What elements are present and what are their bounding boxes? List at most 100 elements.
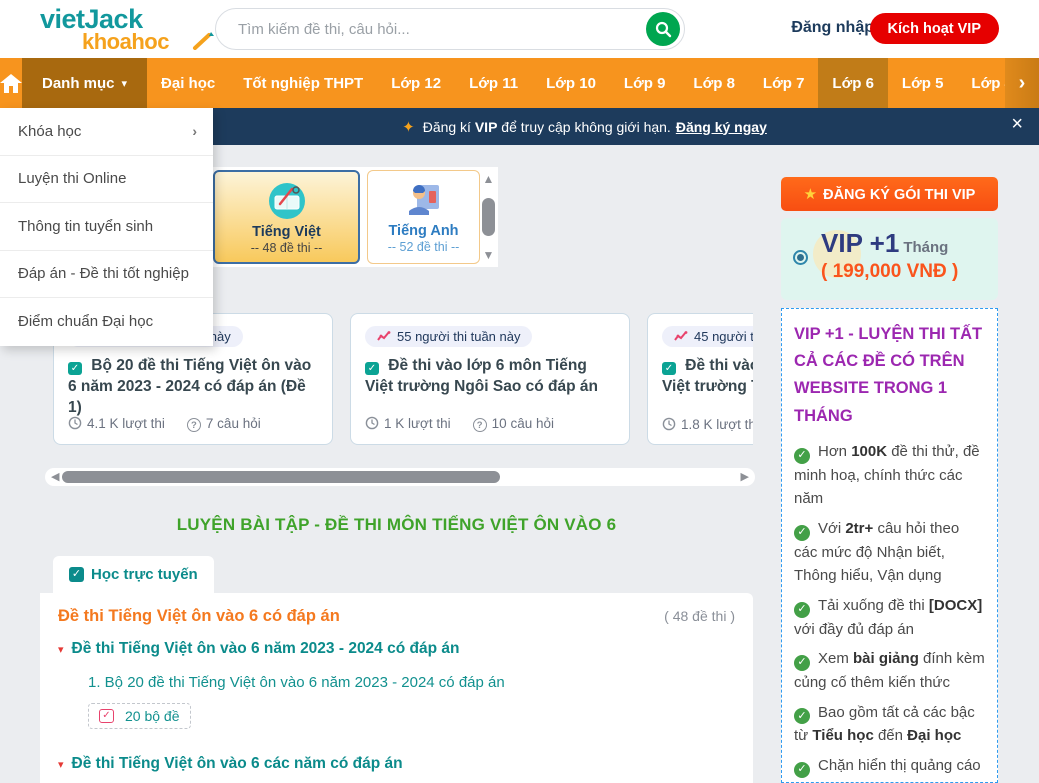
- page: vietJack khoahoc Đăng nhập Kích hoạt VIP…: [0, 0, 1039, 783]
- register-vip-button[interactable]: ★ĐĂNG KÝ GÓI THI VIP: [781, 177, 998, 211]
- nav-item-đại-học[interactable]: Đại học: [147, 58, 229, 108]
- attempts-count: 1.8 K lượt thi: [662, 417, 753, 432]
- chart-icon: [377, 331, 391, 342]
- nav-item-lớp-6[interactable]: Lớp 6: [818, 58, 888, 108]
- exam-title: ✓ Đề thi vào lớp 6 môn Tiếng Việt trường…: [662, 356, 753, 398]
- plan-unit: Tháng: [903, 239, 948, 256]
- tab-hoc-truc-tuyen[interactable]: ✓ Học trực tuyến: [53, 556, 214, 593]
- exam-item-link[interactable]: 1. Bộ 20 đề thi Tiếng Việt ôn vào 6 năm …: [88, 674, 735, 691]
- exam-card[interactable]: 45 người thi tuần này ✓ Đề thi vào lớp 6 …: [647, 313, 753, 445]
- nav-scroll-right-button[interactable]: ›: [1005, 58, 1039, 108]
- search-box: [215, 8, 685, 50]
- nav-item-lớp-9[interactable]: Lớp 9: [610, 58, 680, 108]
- chevron-right-icon: ›: [192, 123, 197, 139]
- clock-icon: [662, 417, 676, 431]
- vip-benefit-item: ✓Chặn hiển thị quảng cáo tăng khả năng t…: [794, 754, 985, 783]
- attempts-count: 1 K lượt thi: [365, 416, 451, 431]
- vip-benefit-item: ✓Hơn 100K đề thi thử, đề minh hoạ, chính…: [794, 440, 985, 511]
- check-circle-icon: ✓: [794, 708, 810, 724]
- subject-exam-count: -- 52 đề thi --: [368, 240, 479, 254]
- nav-item-danh-mục[interactable]: Danh mục ▾: [22, 58, 147, 108]
- menu-item-đáp-án---đề-thi-tốt-nghiệp[interactable]: Đáp án - Đề thi tốt nghiệp: [0, 251, 213, 299]
- chart-icon: [674, 331, 688, 342]
- home-icon: [0, 74, 22, 93]
- menu-item-label: Thông tin tuyển sinh: [18, 218, 153, 235]
- checkbox-icon: ✓: [69, 567, 84, 582]
- weekly-takers-label: 45 người thi tuần này: [694, 329, 753, 344]
- calendar-check-icon: ✓: [662, 362, 676, 375]
- exam-group-header[interactable]: ▾ Đề thi Tiếng Việt ôn vào 6 các năm có đ…: [58, 755, 735, 773]
- weekly-takers-badge: 45 người thi tuần này: [662, 326, 753, 347]
- exam-group-header[interactable]: ▾Đề thi Tiếng Việt ôn vào 6 năm 2023 - 2…: [58, 640, 735, 658]
- vip-benefit-item: ✓Với 2tr+ câu hỏi theo các mức độ Nhận b…: [794, 517, 985, 588]
- pencil-icon: [192, 32, 214, 50]
- scroll-right-icon[interactable]: ▶: [741, 469, 749, 485]
- tab-label: Học trực tuyến: [91, 566, 198, 583]
- menu-item-luyện-thi-online[interactable]: Luyện thi Online: [0, 156, 213, 204]
- chevron-right-icon: ›: [1019, 72, 1026, 95]
- banner-close-icon[interactable]: ×: [1005, 113, 1029, 136]
- exam-group-label: Đề thi Tiếng Việt ôn vào 6 các năm có đá…: [72, 755, 403, 773]
- brand-logo[interactable]: vietJack khoahoc: [40, 6, 169, 53]
- plan-radio[interactable]: [793, 250, 808, 265]
- nav-item-lớp-7[interactable]: Lớp 7: [749, 58, 819, 108]
- subject-scrollbar-thumb[interactable]: [482, 198, 495, 236]
- nav-item-label: Lớp 6: [832, 75, 874, 92]
- search-input[interactable]: [216, 21, 646, 38]
- vip-benefit-item: ✓Xem bài giảng đính kèm củng cố thêm kiế…: [794, 647, 985, 694]
- activate-vip-button[interactable]: Kích hoạt VIP: [870, 13, 999, 44]
- nav-item-lớp-8[interactable]: Lớp 8: [679, 58, 749, 108]
- check-circle-icon: ✓: [794, 655, 810, 671]
- nav-item-tốt-nghiệp-thpt[interactable]: Tốt nghiệp THPT: [229, 58, 377, 108]
- nav-item-lớp-5[interactable]: Lớp 5: [888, 58, 958, 108]
- plan-price: ( 199,000 VNĐ ): [821, 261, 998, 283]
- login-link[interactable]: Đăng nhập: [791, 19, 874, 37]
- check-circle-icon: ✓: [794, 525, 810, 541]
- nav-item-lớp-11[interactable]: Lớp 11: [455, 58, 532, 108]
- chevron-down-icon: ▾: [58, 758, 64, 771]
- nav-item-label: Lớp 9: [624, 75, 666, 92]
- question-icon: ?: [473, 418, 487, 432]
- top-bar: vietJack khoahoc Đăng nhập Kích hoạt VIP: [0, 0, 1039, 58]
- exam-meta: 1.8 K lượt thi: [662, 417, 753, 432]
- chevron-down-icon: ▾: [122, 77, 128, 90]
- banner-register-link[interactable]: Đăng ký ngay: [676, 119, 767, 135]
- menu-item-khóa-học[interactable]: Khóa học ›: [0, 108, 213, 156]
- subject-card-tiếng-anh[interactable]: Tiếng Anh-- 52 đề thi --: [367, 170, 480, 264]
- calendar-check-icon: ✓: [68, 362, 82, 375]
- exam-row-scrollbar-thumb[interactable]: [62, 471, 500, 483]
- check-circle-icon: ✓: [794, 602, 810, 618]
- menu-item-điểm-chuẩn-đại-học[interactable]: Điểm chuẩn Đại học: [0, 298, 213, 346]
- menu-item-label: Đáp án - Đề thi tốt nghiệp: [18, 265, 189, 282]
- nav-item-lớp-10[interactable]: Lớp 10: [532, 58, 610, 108]
- menu-item-thông-tin-tuyển-sinh[interactable]: Thông tin tuyển sinh: [0, 203, 213, 251]
- vip-benefit-item: ✓Bao gồm tất cả các bậc từ Tiểu học đến …: [794, 701, 985, 748]
- vip-benefits-list: ✓Hơn 100K đề thi thử, đề minh hoạ, chính…: [794, 440, 985, 783]
- menu-item-label: Khóa học: [18, 123, 81, 140]
- scroll-left-icon[interactable]: ◀: [51, 469, 59, 485]
- scroll-down-icon[interactable]: ▼: [483, 249, 495, 261]
- danh-muc-dropdown: Khóa học › Luyện thi Online Thông tin tuyển…: [0, 108, 213, 346]
- clock-icon: [365, 416, 379, 430]
- vip-benefit-item: ✓Tải xuống đề thi [DOCX] với đầy đủ đáp …: [794, 594, 985, 641]
- nav-item-lớp-12[interactable]: Lớp 12: [377, 58, 455, 108]
- home-button[interactable]: [0, 58, 22, 108]
- check-circle-icon: ✓: [794, 448, 810, 464]
- exam-list-panel: Đề thi Tiếng Việt ôn vào 6 có đáp án ( 4…: [40, 593, 753, 783]
- nav-item-label: Tốt nghiệp THPT: [243, 75, 363, 92]
- nav-item-label: Lớp 8: [693, 75, 735, 92]
- subject-card-tiếng-việt[interactable]: Tiếng Việt-- 48 đề thi --: [213, 170, 360, 264]
- banner-text: Đăng kí VIP để truy cập không giới hạn.: [423, 119, 671, 135]
- panel-title: Đề thi Tiếng Việt ôn vào 6 có đáp án: [58, 607, 340, 626]
- scroll-up-icon[interactable]: ▲: [483, 173, 495, 185]
- panel-count: ( 48 đề thi ): [664, 608, 735, 624]
- nav-item-label: Danh mục: [42, 75, 115, 92]
- exam-count-badge[interactable]: ✓20 bộ đề: [88, 703, 191, 729]
- calendar-check-icon: ✓: [365, 362, 379, 375]
- star-icon: ★: [804, 186, 817, 203]
- exam-card[interactable]: 55 người thi tuần này✓ Đề thi vào lớp 6 …: [350, 313, 630, 445]
- subject-name: Tiếng Việt: [215, 224, 358, 240]
- vip-plan-option[interactable]: VIP +1Tháng ( 199,000 VNĐ ): [781, 218, 998, 300]
- nav-items: Danh mục▾Đại họcTốt nghiệp THPTLớp 12Lớp…: [22, 58, 1039, 108]
- search-button[interactable]: [646, 12, 680, 46]
